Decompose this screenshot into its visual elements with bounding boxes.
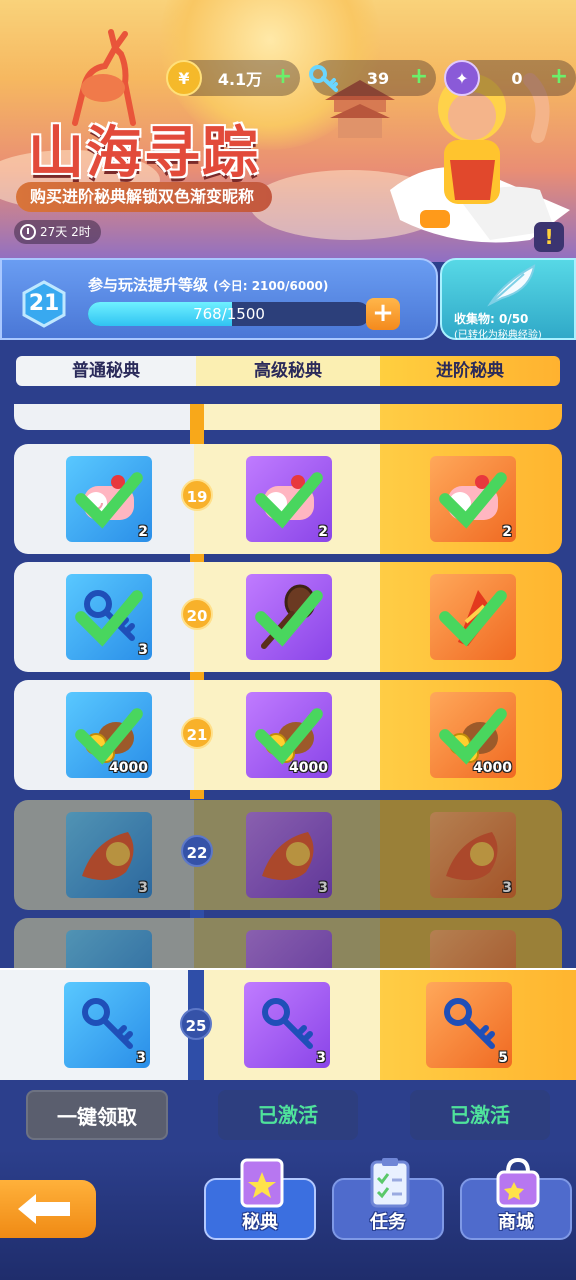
check-icon [439,708,507,765]
reward-row: 4000 4000 4000 [14,680,562,790]
book-icon [240,1158,284,1208]
fireball-icon [262,832,314,881]
reward-row-locked [14,918,562,970]
cake-roll-reward[interactable]: 2 [430,456,516,542]
tab-advanced[interactable]: 高级秘典 [196,356,380,386]
clock-icon [20,224,36,240]
reward-row: 2 2 2 [14,444,562,554]
key-reward[interactable]: 3 [64,982,150,1068]
coin-bag-reward[interactable]: 4000 [246,692,332,778]
event-title: 山海寻踪 [28,120,260,186]
check-icon [255,708,323,765]
reward-item[interactable] [246,930,332,970]
check-icon [439,472,507,529]
fireball-reward[interactable]: 3 [430,812,516,898]
event-subtitle: 购买进阶秘典解锁双色渐变昵称 [16,182,273,212]
coin-bag-reward[interactable]: 4000 [66,692,152,778]
collectibles-note: (已转化为秘典经验) [454,330,542,341]
key-value: 39 [366,68,390,88]
fireball-reward[interactable]: 3 [246,812,332,898]
fireball-reward[interactable]: 3 [66,812,152,898]
check-icon [255,590,323,647]
clipboard-icon [370,1158,410,1208]
nav-tab-pass[interactable]: 秘典 [204,1158,316,1240]
coin-icon: ¥ [166,60,202,96]
timer-text: 27天 2时 [40,225,91,239]
level-badge: 21 [20,280,68,328]
tab-normal[interactable]: 普通秘典 [16,356,196,386]
nav-tab-shop[interactable]: 商城 [460,1157,572,1240]
key-currency: 39 + [309,60,436,96]
back-arrow-icon [18,1194,70,1224]
outfit-reward[interactable] [430,574,516,660]
key-reward[interactable]: 5 [426,982,512,1068]
buy-level-button[interactable]: + [366,298,400,330]
add-coin-button[interactable]: + [272,66,294,89]
nav-tab-label: 商城 [498,1212,534,1233]
fireball-icon [446,832,498,881]
check-icon [75,590,143,647]
racket-reward[interactable] [246,574,332,660]
add-key-button[interactable]: + [408,66,430,89]
reward-item[interactable] [66,930,152,970]
coin-currency: ¥ 4.1万 + [166,60,300,96]
nav-tab-label: 秘典 [242,1212,278,1233]
level-node: 21 [181,717,213,749]
xp-text: 768/1500 [193,305,265,323]
key-icon [444,998,495,1049]
reward-item[interactable] [430,930,516,970]
level-node: 20 [181,598,213,630]
xp-progress-bar: 768/1500 [88,302,370,326]
level-node: 22 [181,835,213,867]
reward-row [14,404,562,430]
premium-activated-button[interactable]: 已激活 [410,1090,550,1140]
key-icon [82,998,133,1049]
coin-bag-reward[interactable]: 4000 [430,692,516,778]
level-label: 参与玩法提升等级 (今日: 2100/6000) [88,276,329,294]
cake-roll-reward[interactable]: 2 [246,456,332,542]
daily-xp: (今日: 2100/6000) [213,279,329,293]
reward-list[interactable]: 2 2 2 19 3 20 4000 4000 4000 21 3 3 3 22 [0,404,576,970]
level-number: 21 [28,291,60,316]
collectibles-count: 收集物: 0/50 [454,312,529,326]
advanced-activated-button[interactable]: 已激活 [218,1090,358,1140]
key-icon [262,998,313,1049]
reward-row-locked: 3 3 3 [14,800,562,910]
level-node: 25 [180,1008,212,1040]
back-button[interactable] [0,1180,96,1238]
token-icon: ✦ [444,60,480,96]
claim-all-button[interactable]: 一键领取 [26,1090,168,1140]
collectibles-panel[interactable]: 收集物: 0/50 (已转化为秘典经验) [440,258,576,341]
check-icon [75,708,143,765]
feather-icon [487,264,536,307]
check-icon [439,590,507,647]
tab-premium[interactable]: 进阶秘典 [380,356,560,386]
info-button[interactable]: ! [534,222,564,252]
hero-banner: ¥ 4.1万 + 39 + ✦ 0 + 山海寻踪 购买进阶秘典解锁双色渐变昵称 … [0,0,576,262]
check-icon [75,472,143,529]
coin-value: 4.1万 [217,70,263,89]
token-currency: ✦ 0 + [444,60,576,96]
check-icon [255,472,323,529]
nav-tab-label: 任务 [370,1212,406,1233]
cake-roll-reward[interactable]: 2 [66,456,152,542]
nav-tab-tasks[interactable]: 任务 [332,1158,444,1240]
add-token-button[interactable]: + [548,66,570,89]
key-icon [306,60,342,96]
event-timer: 27天 2时 [14,220,101,244]
reward-row: 3 [14,562,562,672]
shopping-bag-icon [496,1157,540,1208]
fireball-icon [82,832,134,881]
next-milestone-row: 3 3 5 25 [0,968,576,1080]
key-reward[interactable]: 3 [66,574,152,660]
level-node: 19 [181,479,213,511]
key-reward[interactable]: 3 [244,982,330,1068]
level-panel: 21 参与玩法提升等级 (今日: 2100/6000) 768/1500 + [0,258,438,340]
tier-tabs: 普通秘典 高级秘典 进阶秘典 [16,356,560,386]
token-value: 0 [511,68,523,88]
